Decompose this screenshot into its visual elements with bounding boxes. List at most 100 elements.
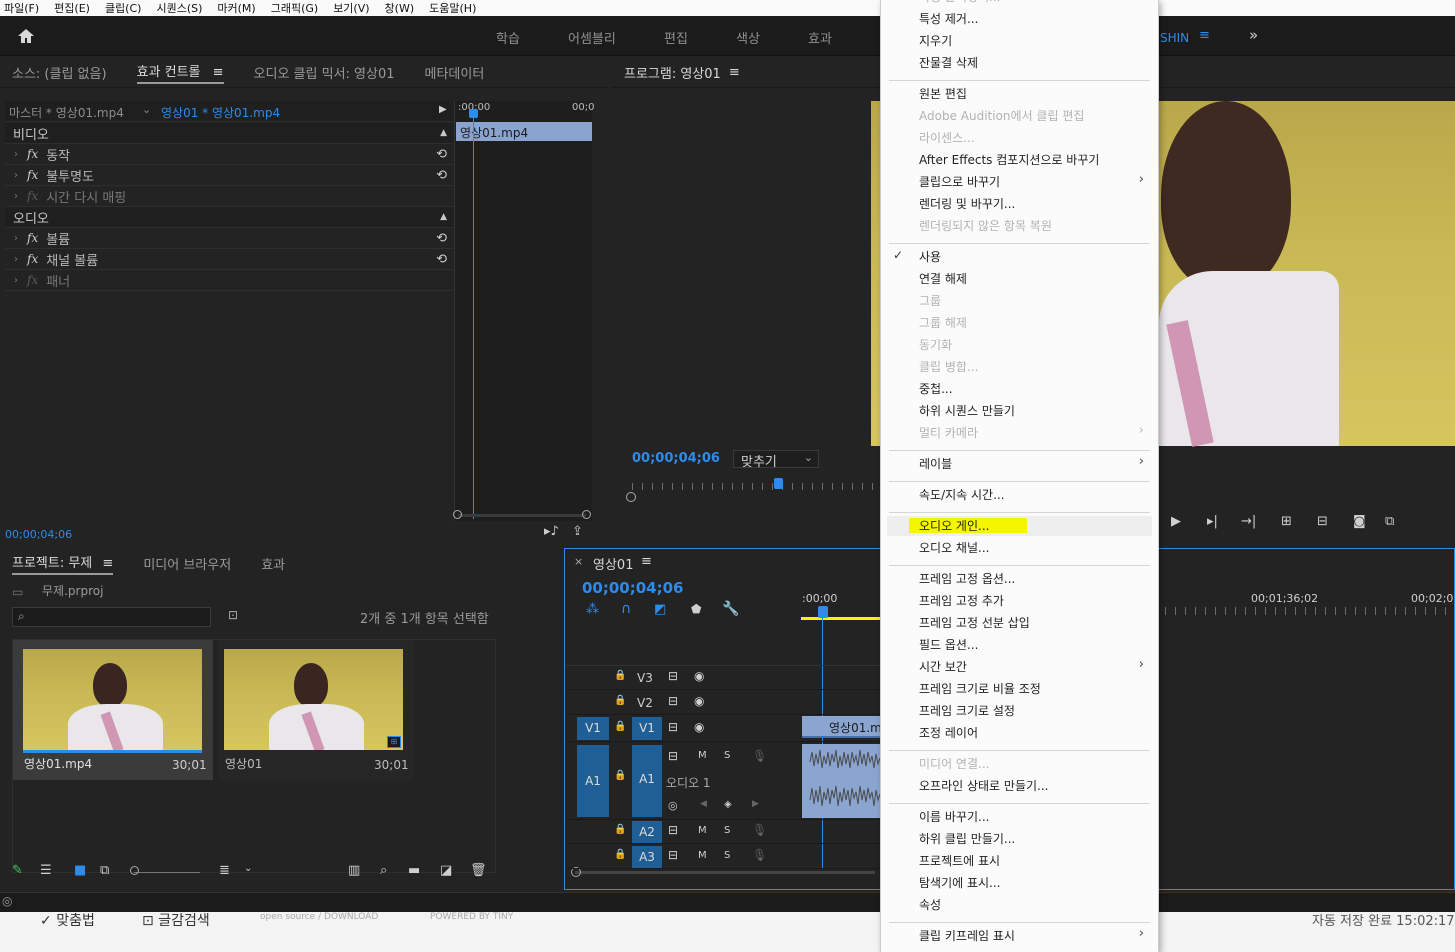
program-playhead[interactable] [774,478,783,489]
effect-volume[interactable]: › fx 볼륨 ⟲ [5,228,453,249]
video-clip[interactable]: 영상01.m [802,716,882,738]
fx-icon[interactable]: fx [27,252,38,266]
step-forward-icon[interactable]: ▸| [1207,514,1218,529]
automate-to-sequence-icon[interactable]: ▥ [348,863,360,878]
add-keyframe-icon[interactable]: ◈ [724,799,732,810]
workspace-assembly[interactable]: 어셈블리 [568,28,616,47]
camera-icon[interactable]: ◙ [1353,514,1366,529]
effect-opacity[interactable]: › fx 불투명도 ⟲ [5,165,453,186]
double-chevron-right-icon[interactable]: » [1249,26,1258,44]
workspace-color[interactable]: 색상 [736,28,760,47]
source-patch-a1[interactable]: A1 [577,745,609,817]
trash-icon[interactable]: 🗑 [470,863,487,878]
export-frame-icon[interactable]: ⇪ [572,524,583,539]
panel-menu-icon[interactable]: ≡ [102,556,113,571]
source-patch-v1[interactable]: V1 [577,717,609,740]
toggle-sync-icon[interactable]: ⊟ [668,694,678,708]
menu-item[interactable]: 하위 클립 만들기... [919,830,1015,847]
sort-icon[interactable]: ≣ [219,863,230,878]
effect-timeline[interactable]: :00;00 00;0 영상01.mp4 [454,101,594,521]
next-keyframe-icon[interactable]: ▶ [752,799,759,809]
menu-item[interactable]: 사용 [919,248,941,265]
lock-icon[interactable]: 🔒 [614,721,626,732]
new-bin-icon[interactable]: ▬ [408,863,420,878]
compare-view-icon[interactable]: ⧉ [1385,514,1394,529]
zoom-handle-left[interactable] [453,510,462,519]
lock-icon[interactable]: 🔒 [614,824,626,835]
expand-chevron-icon[interactable]: › [5,275,27,286]
track-label[interactable]: A1 [632,745,662,817]
effect-time-remap[interactable]: › fx 시간 다시 매핑 [5,186,453,207]
menu-item[interactable]: 이름 바꾸기... [919,808,989,825]
panel-menu-icon[interactable]: ≡ [641,554,652,569]
zoom-slider-handle[interactable] [130,866,139,875]
zoom-slider[interactable] [134,872,200,873]
fx-icon[interactable]: fx [27,231,38,245]
eye-icon[interactable]: ◉ [694,720,704,734]
expand-chevron-icon[interactable]: › [5,191,27,202]
menu-sequence[interactable]: 시퀀스(S) [156,0,202,16]
reset-icon[interactable]: ⟲ [436,168,447,183]
prev-keyframe-icon[interactable]: ◀ [700,799,707,809]
play-only-icon[interactable]: ▶ [439,104,447,115]
list-view-icon[interactable]: ☰ [40,863,52,878]
menu-item[interactable]: 속도/지속 시간... [919,486,1005,503]
panel-menu-icon[interactable]: ≡ [213,65,224,80]
effect-clip-bar[interactable]: 영상01.mp4 [456,122,592,141]
menu-item[interactable]: 탐색기에 표시... [919,874,1001,891]
open-source-label[interactable]: open source / DOWNLOAD [260,912,378,922]
chevron-down-icon[interactable]: ⌄ [142,103,151,116]
reset-icon[interactable]: ⟲ [436,147,447,162]
program-zoom-handle[interactable] [626,492,636,502]
tab-media-browser[interactable]: 미디어 브라우저 [143,554,231,573]
program-ruler[interactable] [632,483,892,490]
playhead-handle[interactable] [469,109,478,118]
solo-button[interactable]: S [724,750,730,761]
menu-item[interactable]: 원본 편집 [919,85,967,102]
menu-view[interactable]: 보기(V) [333,0,369,16]
tab-metadata[interactable]: 메타데이터 [425,63,485,82]
menu-item[interactable]: 지우기 [919,32,952,49]
expand-chevron-icon[interactable]: › [5,233,27,244]
extract-icon[interactable]: ⊟ [1317,514,1328,529]
zoom-scroll[interactable] [453,510,591,519]
microphone-icon[interactable]: 🎙 [752,749,767,763]
tab-effect-controls[interactable]: 효과 컨트롤 ≡ [136,61,224,84]
menu-item[interactable]: 오프라인 상태로 만들기... [919,777,1048,794]
menu-window[interactable]: 창(W) [385,0,415,16]
menu-item[interactable]: 조정 레이어 [919,724,978,741]
chevron-down-icon[interactable]: ⌄ [244,863,252,874]
reset-icon[interactable]: ⟲ [436,231,447,246]
tab-project[interactable]: 프로젝트: 무제 ≡ [12,552,114,575]
menu-item[interactable]: 중첩... [919,380,953,397]
zoom-handle-right[interactable] [582,510,591,519]
lock-icon[interactable]: 🔒 [614,695,626,706]
toggle-sync-icon[interactable]: ⊟ [668,720,678,734]
freeform-view-icon[interactable]: ⧉ [100,863,109,878]
snap-magnet-icon[interactable]: ∩ [621,601,631,617]
nest-icon[interactable]: ⁂ [586,602,599,617]
menu-item[interactable]: 연결 해제 [919,270,967,287]
mute-button[interactable]: M [698,825,707,836]
status-indicator-icon[interactable]: ◎ [2,894,12,908]
menu-item[interactable]: 오디오 채널... [919,539,989,556]
tab-audio-clip-mixer[interactable]: 오디오 클립 믹서: 영상01 [254,63,395,82]
toggle-sync-icon[interactable]: ⊟ [668,848,678,862]
go-to-out-icon[interactable]: →| [1241,514,1256,529]
filter-audio-icon[interactable]: ▸♪ [544,524,559,539]
material-search-label[interactable]: ⊡ 글감검색 [142,910,210,930]
menu-file[interactable]: 파일(F) [4,0,39,16]
close-icon[interactable]: × [574,555,583,568]
menu-item[interactable]: 시간 보간 [919,658,967,675]
new-item-icon[interactable]: ◪ [440,863,452,878]
find-bin-icon[interactable]: ⊡ [228,608,238,622]
menu-item[interactable]: 렌더링 및 바꾸기... [919,195,1015,212]
tab-source[interactable]: 소스: (클립 없음) [12,63,107,82]
fit-dropdown[interactable]: 맞추기 ⌄ [733,450,819,470]
collapse-up-icon[interactable]: ▲ [440,212,447,222]
wrench-icon[interactable]: 🔧 [722,601,739,617]
icon-view-icon[interactable]: ■ [74,863,86,878]
menu-edit[interactable]: 편집(E) [54,0,90,16]
menu-item[interactable]: 프레임 크기로 설정 [919,702,1015,719]
mute-button[interactable]: M [698,750,707,761]
